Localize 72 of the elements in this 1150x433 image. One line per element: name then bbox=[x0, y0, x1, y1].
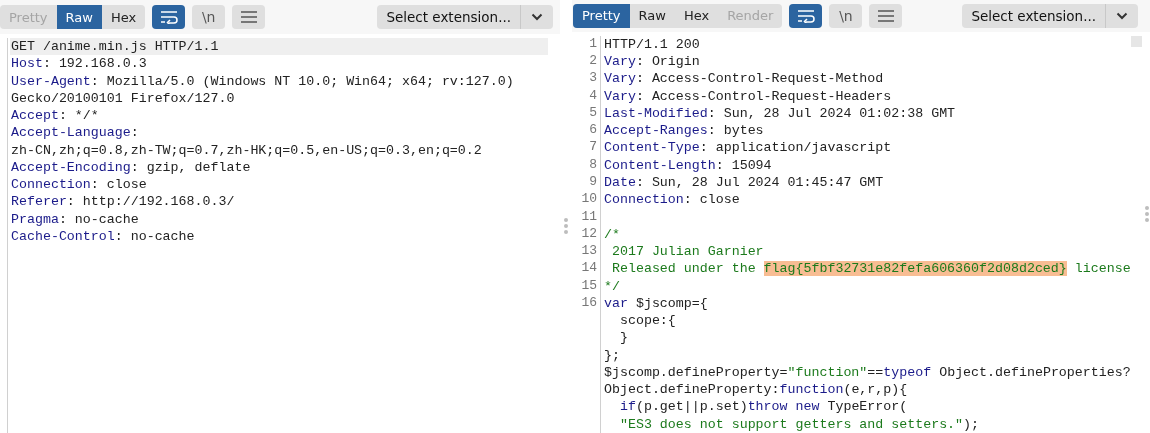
code-line: if(p.get||p.set)throw new TypeError( bbox=[618, 398, 909, 416]
line-number: 12 bbox=[580, 225, 598, 243]
line-number: 3 bbox=[588, 70, 598, 88]
chevron-down-icon bbox=[1116, 11, 1128, 20]
code-line: Last-Modified: Sun, 28 Jul 2024 01:02:38 GMT bbox=[603, 104, 957, 123]
line-number: 14 bbox=[580, 260, 598, 278]
code-line: Content-Type: application/javascript bbox=[603, 139, 893, 157]
line-number: 7 bbox=[588, 139, 598, 157]
line-number: 2 bbox=[588, 53, 598, 71]
code-line: /* bbox=[603, 225, 621, 244]
code-line: "ES3 does not support getters and setters."); bbox=[618, 415, 981, 433]
line-number: 6 bbox=[588, 122, 598, 140]
menu-button[interactable] bbox=[232, 5, 266, 29]
code-line: Accept-Ranges: bytes bbox=[603, 122, 765, 140]
extension-dropdown[interactable]: Select extension... bbox=[377, 5, 553, 29]
code-line: Connection: close bbox=[10, 176, 148, 194]
drag-handle-icon[interactable] bbox=[1145, 205, 1149, 222]
view-tab[interactable]: Pretty bbox=[573, 3, 630, 28]
code-line: zh-CN,zh;q=0.8,zh-TW;q=0.7,zh-HK;q=0.5,en-US;q=0.3,en;q=0.2 bbox=[10, 141, 483, 159]
view-tab[interactable]: Hex bbox=[674, 3, 719, 28]
chevron-down-icon bbox=[531, 13, 543, 21]
code-line: scope:{ bbox=[618, 312, 677, 330]
code-line: } bbox=[618, 329, 629, 347]
line-number: 13 bbox=[580, 243, 598, 261]
wrap-lines-button[interactable] bbox=[789, 3, 823, 28]
line-number: 11 bbox=[580, 208, 598, 226]
code-line: Accept-Encoding: gzip, deflate bbox=[10, 158, 252, 177]
code-line: var $jscomp={ bbox=[603, 294, 709, 313]
line-number: 10 bbox=[580, 191, 598, 209]
code-line: Vary: Origin bbox=[603, 53, 701, 71]
wrap-icon bbox=[159, 10, 178, 24]
line-number: 9 bbox=[588, 174, 598, 191]
code-line: Host: 192.168.0.3 bbox=[10, 55, 148, 73]
view-tab[interactable]: Raw bbox=[56, 5, 102, 29]
code-line: 2017 Julian Garnier bbox=[610, 243, 765, 261]
code-line: Released under the flag{5fbf32731e82fefa606360f2d08d2ced} license bbox=[610, 260, 1131, 278]
code-line: Object.defineProperty:function(e,r,p){ bbox=[603, 381, 909, 399]
extension-dropdown[interactable]: Select extension... bbox=[962, 3, 1138, 28]
menu-button[interactable] bbox=[869, 3, 903, 28]
code-line: Gecko/20100101 Firefox/127.0 bbox=[10, 89, 236, 108]
code-line: Content-Length: 15094 bbox=[603, 156, 773, 174]
code-line: HTTP/1.1 200 bbox=[603, 35, 701, 54]
newline-button[interactable]: \n bbox=[829, 3, 863, 28]
code-line: $jscomp.defineProperty="function"==typeof Object.defineProperties? bbox=[603, 363, 1131, 382]
code-line: Date: Sun, 28 Jul 2024 01:45:47 GMT bbox=[603, 174, 885, 192]
line-number: 16 bbox=[580, 294, 598, 312]
code-line: }; bbox=[603, 346, 621, 364]
view-tab[interactable]: Raw bbox=[629, 3, 675, 28]
code-line: Vary: Access-Control-Request-Headers bbox=[603, 87, 893, 105]
line-number: 5 bbox=[588, 104, 598, 122]
newline-button[interactable]: \n bbox=[192, 5, 226, 29]
line-number: 15 bbox=[580, 277, 598, 295]
drag-handle-icon[interactable] bbox=[564, 218, 568, 234]
code-line: Accept-Language: bbox=[10, 124, 140, 142]
menu-icon bbox=[240, 11, 257, 23]
code-line: Connection: close bbox=[603, 191, 741, 209]
code-line: Accept: */* bbox=[10, 107, 100, 125]
line-number: 8 bbox=[588, 156, 598, 174]
highlighted-text: flag{5fbf32731e82fefa606360f2d08d2ced} bbox=[763, 261, 1067, 277]
menu-icon bbox=[877, 9, 894, 22]
line-number: 4 bbox=[588, 87, 598, 105]
code-line: */ bbox=[603, 277, 621, 295]
view-tab[interactable]: Hex bbox=[101, 5, 146, 29]
code-line: User-Agent: Mozilla/5.0 (Windows NT 10.0; Win64; x64; rv:127.0) bbox=[10, 72, 515, 90]
code-line: Cache-Control: no-cache bbox=[10, 227, 196, 246]
code-line: Pragma: no-cache bbox=[10, 210, 140, 228]
line-number: 1 bbox=[588, 35, 598, 53]
scrollbar-thumb[interactable] bbox=[1131, 35, 1142, 47]
code-line: Vary: Access-Control-Request-Method bbox=[603, 70, 885, 88]
wrap-lines-button[interactable] bbox=[152, 5, 186, 29]
wrap-icon bbox=[796, 8, 815, 23]
code-line: Referer: http://192.168.0.3/ bbox=[10, 193, 236, 211]
